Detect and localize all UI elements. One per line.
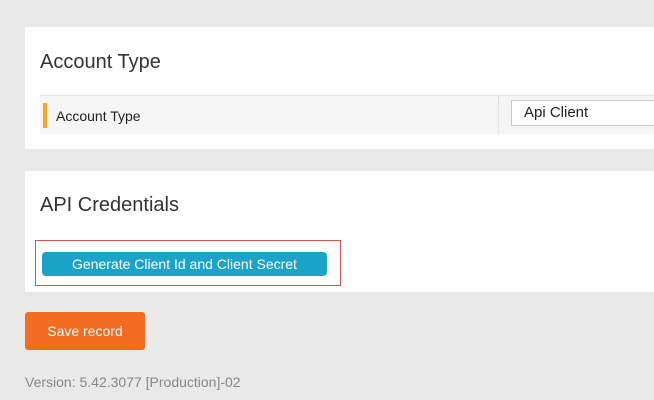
account-type-field-row: Account Type Api Client	[40, 95, 654, 134]
generate-client-credentials-button[interactable]: Generate Client Id and Client Secret	[42, 252, 327, 276]
account-type-section-title: Account Type	[40, 51, 161, 73]
account-type-selected-value: Api Client	[524, 104, 589, 121]
api-credentials-section-title: API Credentials	[40, 194, 179, 216]
account-type-field-label: Account Type	[56, 108, 141, 124]
save-record-button[interactable]: Save record	[25, 312, 145, 350]
version-text: Version: 5.42.3077 [Production]-02	[25, 374, 241, 390]
field-label-cell: Account Type	[40, 96, 499, 134]
account-type-select[interactable]: Api Client	[511, 100, 654, 126]
account-type-panel: Account Type Account Type Api Client	[25, 27, 654, 149]
field-value-cell: Api Client	[499, 96, 654, 134]
required-field-marker	[43, 103, 47, 128]
